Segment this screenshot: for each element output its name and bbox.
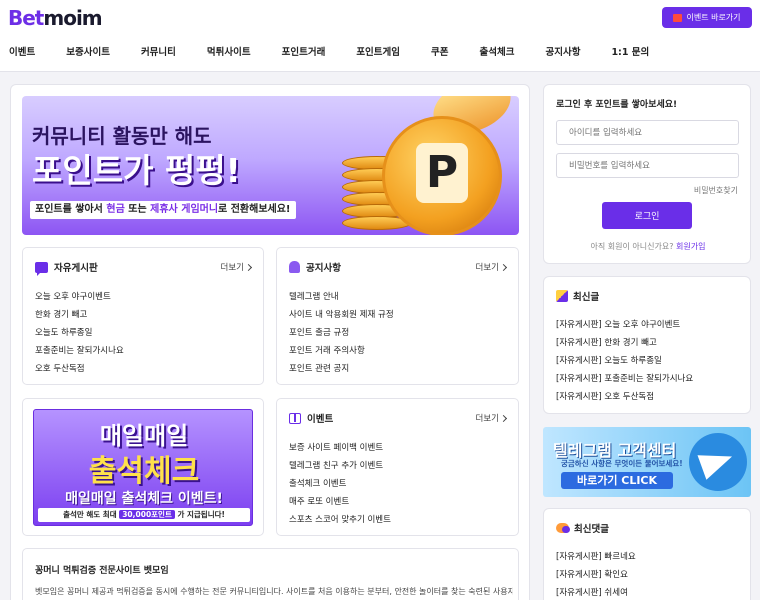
gift-icon xyxy=(673,13,683,22)
telegram-support-banner[interactable]: 텔레그램 고객센터 궁금하신 사항은 무엇이든 물어보세요! 바로가기 CLIC… xyxy=(543,427,751,497)
nav-item-notice[interactable]: 공지사항 xyxy=(545,44,580,64)
site-logo[interactable]: Betmoim xyxy=(8,6,103,30)
list-item[interactable]: 포출준비는 잘되가시나요 xyxy=(35,343,124,361)
notice-list: 텔레그램 안내 사이트 내 악용회원 제재 규정 포인트 출금 규정 포인트 거… xyxy=(289,289,394,379)
event-shortcut-button[interactable]: 이벤트 바로가기 xyxy=(662,7,752,28)
latest-comments-panel: 최신댓글 [자유게시판] 빠르네요 [자유게시판] 확인요 [자유게시판] 쉬세… xyxy=(543,508,751,600)
list-item[interactable]: 포인트 출금 규정 xyxy=(289,325,394,343)
password-input[interactable] xyxy=(556,153,739,178)
list-item[interactable]: 포인트 거래 주의사항 xyxy=(289,343,394,361)
panel-title: 최신댓글 xyxy=(574,524,609,535)
latest-posts-panel: 최신글 [자유게시판] 오늘 오후 야구이벤트 [자유게시판] 한화 경기 빼고… xyxy=(543,276,751,414)
chevron-right-icon xyxy=(244,263,253,271)
banner-subtext: 포인트를 쌓아서 현금 또는 제휴사 게임머니로 전환해보세요! xyxy=(30,201,296,219)
pencil-icon xyxy=(556,290,568,302)
post-list: 오늘 오후 야구이벤트 한화 경기 빼고 오늘도 하루종일 포출준비는 잘되가시… xyxy=(35,289,124,379)
about-section: 꽁머니 먹튀검증 전문사이트 벳모임 벳모임은 꽁머니 제공과 먹튀검증을 동시… xyxy=(22,548,519,600)
list-item[interactable]: 포인트 관련 공지 xyxy=(289,361,394,379)
point-coin-graphic: P xyxy=(382,116,502,235)
banner-headline-large: 포인트가 펑펑! xyxy=(32,151,241,190)
nav-item-event[interactable]: 이벤트 xyxy=(9,44,35,64)
about-title: 꽁머니 먹튀검증 전문사이트 벳모임 xyxy=(35,566,169,576)
about-body: 벳모임은 꽁머니 제공과 먹튀검증을 동시에 수행하는 전문 커뮤니티입니다. … xyxy=(35,587,513,596)
list-item[interactable]: 스포츠 스코어 맞추기 이벤트 xyxy=(289,512,391,530)
signup-link[interactable]: 회원가입 xyxy=(676,242,705,251)
list-item[interactable]: [자유게시판] 쉬세여 xyxy=(556,585,636,600)
card-title: 자유게시판 xyxy=(54,263,98,274)
chevron-right-icon xyxy=(499,263,508,271)
list-item[interactable]: 한화 경기 빼고 xyxy=(35,307,124,325)
free-board-card: 자유게시판 더보기 오늘 오후 야구이벤트 한화 경기 빼고 오늘도 하루종일 … xyxy=(22,247,264,385)
list-item[interactable]: 출석체크 이벤트 xyxy=(289,476,391,494)
notice-card: 공지사항 더보기 텔레그램 안내 사이트 내 악용회원 제재 규정 포인트 출금… xyxy=(276,247,519,385)
nav-item-coupon[interactable]: 쿠폰 xyxy=(431,44,448,64)
list-item[interactable]: 사이트 내 악용회원 제재 규정 xyxy=(289,307,394,325)
comment-bubble-icon xyxy=(556,523,570,533)
list-item[interactable]: [자유게시판] 한화 경기 빼고 xyxy=(556,335,693,353)
panel-title: 최신글 xyxy=(573,292,600,303)
telegram-click-button[interactable]: 바로가기 CLICK xyxy=(561,472,673,489)
signup-prompt: 아직 회원이 아니신가요? 회원가입 xyxy=(590,242,706,251)
list-item[interactable]: 오늘도 하루종일 xyxy=(35,325,124,343)
login-panel: 로그인 후 포인트를 쌓아보세요! 비밀번호찾기 로그인 아직 회원이 아니신가… xyxy=(543,84,751,264)
more-link[interactable]: 더보기 xyxy=(221,261,253,273)
nav-item-inquiry[interactable]: 1:1 문의 xyxy=(611,44,649,64)
chat-icon xyxy=(35,261,48,276)
latest-comments-list: [자유게시판] 빠르네요 [자유게시판] 확인요 [자유게시판] 쉬세여 xyxy=(556,549,636,600)
gift-icon xyxy=(289,412,301,424)
list-item[interactable]: 오호 두산독점 xyxy=(35,361,124,379)
nav-item-point-game[interactable]: 포인트게임 xyxy=(356,44,400,64)
chevron-right-icon xyxy=(499,414,508,422)
telegram-icon xyxy=(689,433,747,491)
login-button[interactable]: 로그인 xyxy=(602,202,692,229)
username-input[interactable] xyxy=(556,120,739,145)
list-item[interactable]: 텔레그램 친구 추가 이벤트 xyxy=(289,458,391,476)
bell-icon xyxy=(289,261,300,273)
more-link[interactable]: 더보기 xyxy=(476,412,508,424)
list-item[interactable]: [자유게시판] 빠르네요 xyxy=(556,549,636,567)
attendance-banner[interactable]: 매일매일 출석체크 매일매일 출석체크 이벤트! 출석만 해도 최대 30,00… xyxy=(33,409,253,526)
main-nav: 이벤트 보증사이트 커뮤니티 먹튀사이트 포인트거래 포인트게임 쿠폰 출석체크… xyxy=(0,44,671,64)
list-item[interactable]: [자유게시판] 오늘도 하루종일 xyxy=(556,353,693,371)
list-item[interactable]: [자유게시판] 오호 두산독점 xyxy=(556,389,693,407)
find-password-link[interactable]: 비밀번호찾기 xyxy=(694,185,738,196)
nav-item-scam-sites[interactable]: 먹튀사이트 xyxy=(207,44,251,64)
list-item[interactable]: [자유게시판] 포출준비는 잘되가시나요 xyxy=(556,371,693,389)
login-title: 로그인 후 포인트를 쌓아보세요! xyxy=(556,100,678,110)
list-item[interactable]: [자유게시판] 확인요 xyxy=(556,567,636,585)
site-header: Betmoim 이벤트 바로가기 이벤트 보증사이트 커뮤니티 먹튀사이트 포인… xyxy=(0,0,760,72)
card-title: 이벤트 xyxy=(307,414,334,425)
events-card: 이벤트 더보기 보증 사이트 페이백 이벤트 텔레그램 친구 추가 이벤트 출석… xyxy=(276,398,519,536)
list-item[interactable]: 매주 로또 이벤트 xyxy=(289,494,391,512)
nav-item-community[interactable]: 커뮤니티 xyxy=(141,44,176,64)
nav-item-verified-sites[interactable]: 보증사이트 xyxy=(66,44,110,64)
list-item[interactable]: [자유게시판] 오늘 오후 야구이벤트 xyxy=(556,317,693,335)
card-title: 공지사항 xyxy=(306,263,341,274)
list-item[interactable]: 보증 사이트 페이백 이벤트 xyxy=(289,440,391,458)
points-hero-banner[interactable]: P 커뮤니티 활동만 해도 포인트가 펑펑! 포인트를 쌓아서 현금 또는 제휴… xyxy=(22,96,519,235)
list-item[interactable]: 텔레그램 안내 xyxy=(289,289,394,307)
more-link[interactable]: 더보기 xyxy=(476,261,508,273)
list-item[interactable]: 오늘 오후 야구이벤트 xyxy=(35,289,124,307)
latest-posts-list: [자유게시판] 오늘 오후 야구이벤트 [자유게시판] 한화 경기 빼고 [자유… xyxy=(556,317,693,407)
nav-item-attendance[interactable]: 출석체크 xyxy=(480,44,515,64)
event-list: 보증 사이트 페이백 이벤트 텔레그램 친구 추가 이벤트 출석체크 이벤트 매… xyxy=(289,440,391,530)
nav-item-point-trade[interactable]: 포인트거래 xyxy=(282,44,326,64)
